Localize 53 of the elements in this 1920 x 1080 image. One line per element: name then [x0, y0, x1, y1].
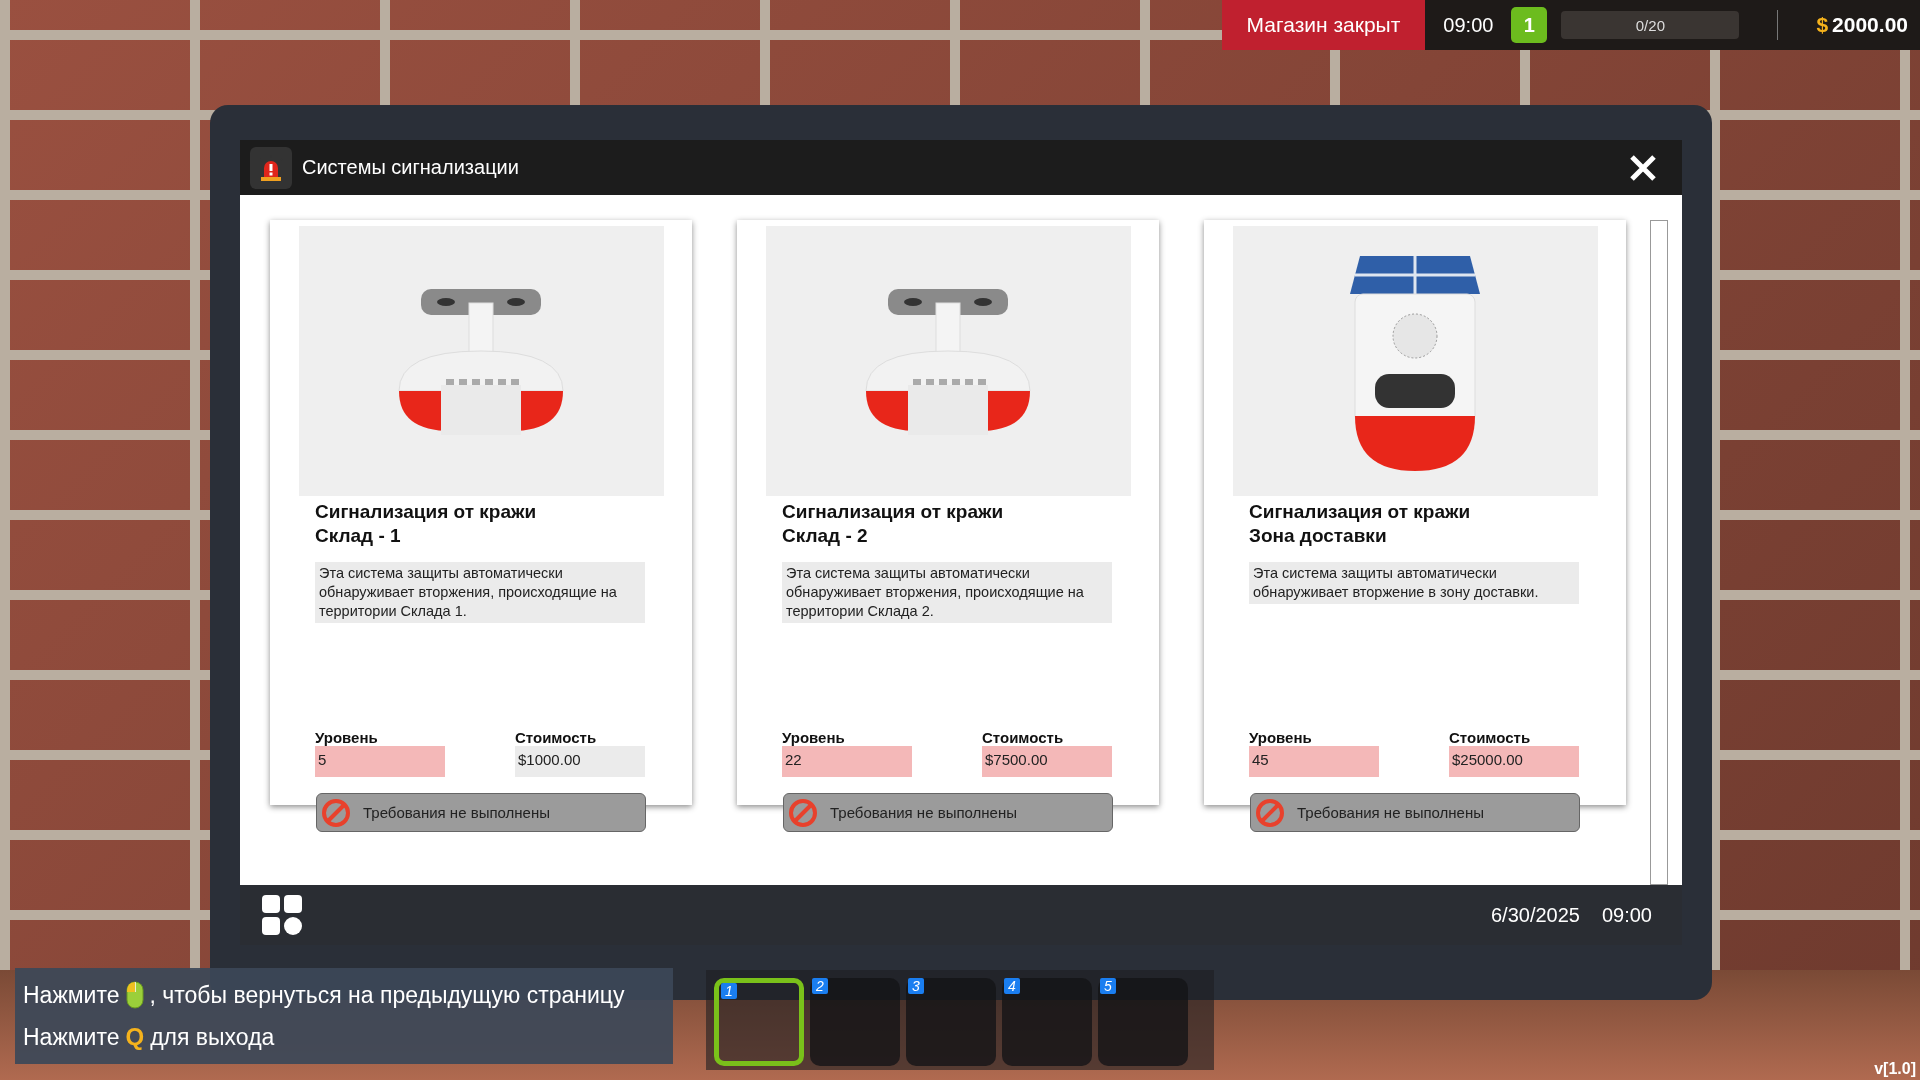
cost-value: $7500.00: [982, 746, 1112, 777]
taskbar-time: 09:00: [1601, 903, 1652, 927]
product-title: Сигнализация от кражи Склад - 1: [315, 500, 537, 548]
requirements-button[interactable]: Требования не выполнены: [783, 793, 1113, 832]
key-hint: Q: [125, 1023, 145, 1051]
requirements-button[interactable]: Требования не выполнены: [1250, 793, 1580, 832]
product-title: Сигнализация от кражи Зона доставки: [1249, 500, 1471, 548]
cost-label: Стоимость: [515, 729, 598, 746]
slot-number: 1: [721, 983, 737, 999]
requirements-button[interactable]: Требования не выполнены: [316, 793, 646, 832]
hotbar-slot[interactable]: 2: [810, 978, 900, 1066]
cost-label: Стоимость: [982, 729, 1065, 746]
siren-icon: [250, 146, 292, 189]
level-requirement: 5: [315, 746, 445, 777]
product-description: Эта система защиты автоматически обнаруживает вторжения, происходящие на территории Склада 2.: [782, 562, 1112, 623]
prohibited-icon: [1255, 797, 1285, 828]
level-label: Уровень: [315, 729, 379, 746]
scrollbar[interactable]: [1650, 220, 1668, 885]
version-label: v[1.0]: [1874, 1060, 1916, 1078]
hint-text: , чтобы вернуться на предыдущую страницу: [149, 981, 625, 1009]
window-title: Системы сигнализации: [302, 156, 520, 179]
level-label: Уровень: [782, 729, 846, 746]
level-requirement: 22: [782, 746, 912, 777]
level-badge: 1: [1511, 7, 1548, 43]
hint-text: Нажмите: [23, 981, 120, 1009]
hotbar-slot[interactable]: 3: [906, 978, 996, 1066]
prohibited-icon: [321, 797, 351, 828]
hint-text: для выхода: [150, 1023, 275, 1051]
hotbar-slot[interactable]: 1: [714, 978, 804, 1066]
product-description: Эта система защиты автоматически обнаруживает вторжение в зону доставки.: [1249, 562, 1579, 604]
cost-label: Стоимость: [1449, 729, 1532, 746]
slot-number: 5: [1100, 978, 1116, 994]
product-description: Эта система защиты автоматически обнаруживает вторжения, происходящие на территории Склада 1.: [315, 562, 645, 623]
taskbar-date: 6/30/2025: [1490, 903, 1580, 927]
hotbar-slot[interactable]: 5: [1098, 978, 1188, 1066]
level-label: Уровень: [1249, 729, 1313, 746]
clock-time: 09:00: [1443, 13, 1494, 37]
xp-reading: 0/20: [1635, 16, 1665, 34]
level-requirement: 45: [1249, 746, 1379, 777]
hotbar-slot[interactable]: 4: [1002, 978, 1092, 1066]
mouse-icon: [125, 981, 144, 1009]
slot-number: 4: [1004, 978, 1020, 994]
cost-value: $25000.00: [1449, 746, 1579, 777]
product-title: Сигнализация от кражи Склад - 2: [782, 500, 1004, 548]
apps-grid-icon[interactable]: [262, 895, 302, 935]
slot-number: 2: [812, 978, 828, 994]
money-amount: 2000.00: [1832, 13, 1908, 37]
slot-number: 3: [908, 978, 924, 994]
cost-value: $1000.00: [515, 746, 645, 777]
prohibited-icon: [788, 797, 818, 828]
hint-text: Нажмите: [23, 1023, 120, 1051]
store-status: Магазин закрыт: [1221, 0, 1426, 50]
currency-symbol: $: [1816, 13, 1829, 37]
